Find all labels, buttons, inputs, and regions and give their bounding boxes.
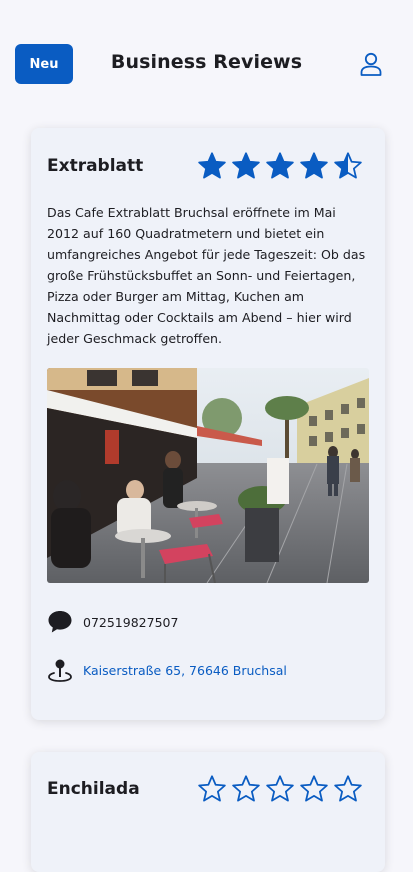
star-half-icon[interactable] [333, 151, 363, 181]
user-icon [360, 52, 382, 76]
business-card[interactable]: Enchilada [31, 752, 385, 872]
star-rating[interactable] [197, 774, 367, 804]
star-full-icon[interactable] [231, 151, 261, 181]
phone-number[interactable]: 072519827507 [83, 615, 178, 630]
business-name: Enchilada [47, 779, 140, 799]
star-empty-icon[interactable] [333, 774, 363, 804]
star-full-icon[interactable] [265, 151, 295, 181]
star-full-icon[interactable] [299, 151, 329, 181]
address-row: Kaiserstraße 65, 76646 Bruchsal [47, 657, 287, 683]
map-pin-icon [48, 659, 72, 682]
star-empty-icon[interactable] [265, 774, 295, 804]
phone-row: 072519827507 [47, 609, 178, 635]
user-profile-button[interactable] [356, 49, 386, 79]
star-empty-icon[interactable] [231, 774, 261, 804]
speech-bubble-icon [48, 611, 72, 633]
app-header: Neu Business Reviews [0, 0, 413, 128]
address-link[interactable]: Kaiserstraße 65, 76646 Bruchsal [83, 663, 287, 678]
star-full-icon[interactable] [197, 151, 227, 181]
business-name: Extrablatt [47, 156, 144, 176]
star-empty-icon[interactable] [299, 774, 329, 804]
business-description: Das Cafe Extrablatt Bruchsal eröffnete i… [47, 205, 366, 346]
business-card[interactable]: Extrablatt Das Cafe Extrablatt Bruchsal … [31, 128, 385, 720]
star-rating[interactable] [197, 151, 367, 181]
star-empty-icon[interactable] [197, 774, 227, 804]
page-title: Business Reviews [110, 51, 303, 73]
business-photo [47, 368, 369, 583]
